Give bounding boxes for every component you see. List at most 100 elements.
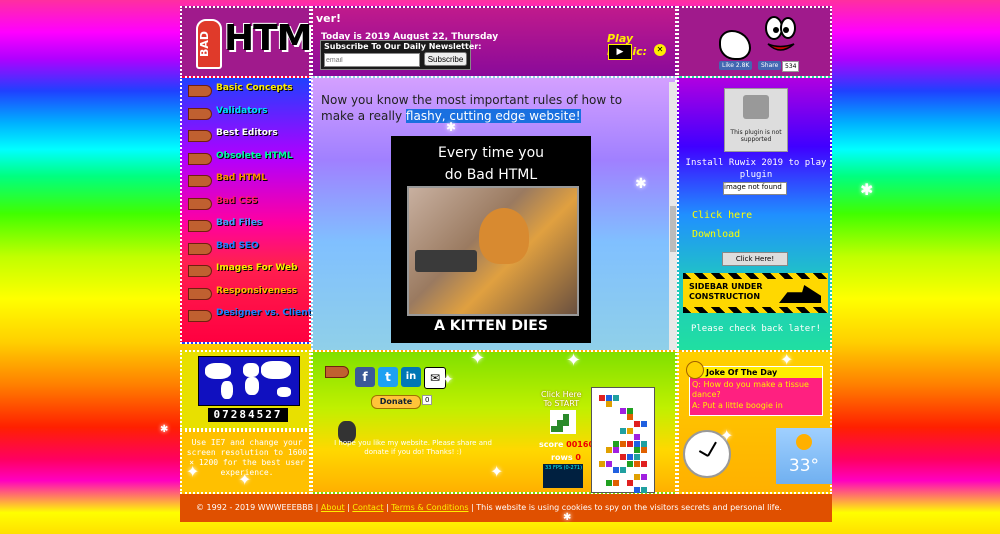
copyright: © 1992 - 2019 WWWEEEBBB |: [196, 503, 319, 512]
pointing-hand-icon: [188, 107, 212, 120]
header-center: ver! Today is 2019 August 22, Thursday S…: [311, 6, 677, 78]
tetris-block: [606, 401, 612, 408]
donate-button[interactable]: Donate: [371, 395, 421, 409]
logo-badge: BAD: [196, 19, 222, 69]
click-here-button[interactable]: Click Here!: [722, 252, 788, 266]
joke-question: Q: How do you make a tissue dance?: [692, 380, 809, 399]
donate-count: 0: [422, 395, 433, 405]
tetris-block: [613, 467, 619, 474]
joke-answer: A: Put a little boogie in: [692, 401, 783, 410]
sidebar-item-label[interactable]: Best Editors: [216, 128, 278, 138]
tetris-block: [634, 421, 640, 427]
excavator-icon: [779, 285, 821, 303]
hazard-stripe: [683, 273, 828, 279]
sidebar-item-label[interactable]: Validators: [216, 106, 268, 116]
sidebar-item-label[interactable]: Bad HTML: [216, 173, 267, 183]
plugin-unsupported-text: This plugin is not supported: [730, 129, 782, 143]
tetris-block: [620, 407, 626, 414]
sidebar-item[interactable]: Responsiveness: [188, 285, 312, 303]
sidebar-item[interactable]: Best Editors: [188, 127, 312, 145]
tetris-block: [627, 454, 633, 460]
sidebar-item-label[interactable]: Bad Files: [216, 218, 262, 228]
joke-title: Joke Of The Day: [690, 367, 822, 378]
tetris-block: [599, 394, 605, 401]
tetris-block: [634, 487, 640, 493]
temperature: 33°: [788, 456, 820, 476]
share-count: 534: [782, 61, 800, 72]
pointing-hand-icon: [188, 197, 212, 210]
right-sidebar: This plugin is not supported Install Ruw…: [677, 76, 832, 354]
newsletter-title: Subscribe To Our Daily Newsletter:: [324, 42, 482, 51]
tetris-preview: [550, 410, 576, 434]
main-scrollbar[interactable]: [669, 82, 677, 352]
sidebar-item[interactable]: Images For Web: [188, 262, 312, 280]
tetris-block: [613, 447, 619, 454]
sparkle-icon: ✦: [566, 350, 582, 371]
intro-text: Now you know the most important rules of…: [321, 92, 651, 124]
plugin-placeholder: This plugin is not supported: [724, 88, 788, 152]
sidebar-item-label[interactable]: Bad CSS: [216, 196, 258, 206]
tetris-block: [606, 447, 612, 454]
fps-meter: 33 FPS (0-271): [543, 464, 583, 488]
marquee-text: ver!: [316, 12, 342, 25]
tetris-block: [627, 440, 633, 447]
tetris-board[interactable]: [591, 387, 655, 493]
tetris-block: [641, 473, 647, 480]
sidebar-item-label[interactable]: Obsolete HTML: [216, 151, 293, 161]
hope-text: I hope you like my website. Please share…: [334, 439, 492, 456]
tetris-block: [606, 460, 612, 467]
hazard-stripe: [683, 307, 828, 313]
tetris-block: [606, 480, 612, 487]
sun-icon: [796, 434, 812, 450]
tetris-block: [634, 473, 640, 480]
construction-text: SIDEBAR UNDER CONSTRUCTION: [689, 282, 763, 301]
terms-link[interactable]: Terms & Conditions: [391, 503, 468, 512]
sparkle-icon: ✱: [160, 424, 169, 435]
sidebar-item-label[interactable]: Images For Web: [216, 263, 298, 273]
world-map: [198, 356, 300, 406]
contact-link[interactable]: Contact: [352, 503, 383, 512]
tetris-block: [627, 407, 633, 414]
sidebar-item-label[interactable]: Basic Concepts: [216, 83, 293, 93]
sidebar-item[interactable]: Designer vs. Client: [188, 307, 312, 325]
twitter-icon[interactable]: t: [378, 367, 398, 387]
sparkle-icon: ✦: [238, 470, 252, 489]
sidebar-item[interactable]: Obsolete HTML: [188, 150, 312, 168]
sparkle-icon: ✦: [442, 372, 454, 388]
tetris-block: [599, 460, 605, 467]
pointing-hand-icon: [719, 30, 751, 60]
footer-text: © 1992 - 2019 WWWEEEBBB | About | Contac…: [196, 503, 782, 512]
subscribe-button[interactable]: Subscribe: [424, 52, 467, 66]
sidebar-item-label[interactable]: Bad SEO: [216, 241, 259, 251]
linkedin-icon[interactable]: in: [401, 367, 421, 387]
download-link[interactable]: Download: [692, 229, 740, 240]
email-field[interactable]: [324, 53, 420, 67]
sidebar-item[interactable]: Basic Concepts: [188, 82, 312, 100]
sidebar-item[interactable]: Bad CSS: [188, 195, 312, 213]
tetris-block: [641, 487, 647, 493]
sidebar-item[interactable]: Bad Files: [188, 217, 312, 235]
tetris-block: [627, 460, 633, 467]
sidebar-item-label[interactable]: Designer vs. Client: [216, 308, 312, 318]
scrollbar-thumb[interactable]: [670, 206, 676, 252]
facebook-icon[interactable]: f: [355, 367, 375, 387]
tetris-block: [606, 394, 612, 401]
play-icon[interactable]: ▶: [608, 44, 632, 60]
facebook-like-button[interactable]: Like 2.8K: [719, 61, 753, 70]
sidebar-item[interactable]: Bad SEO: [188, 240, 312, 258]
about-link[interactable]: About: [321, 503, 345, 512]
sparkle-icon: ✦: [186, 462, 200, 481]
cookie-notice: | This website is using cookies to spy o…: [471, 503, 782, 512]
sparkle-icon: ✱: [860, 180, 874, 199]
pointing-hand-icon: [188, 310, 212, 322]
tetris-start-label[interactable]: Click Here To START: [541, 390, 582, 408]
close-icon[interactable]: ✕: [654, 44, 666, 56]
sidebar-item[interactable]: Validators: [188, 105, 312, 123]
click-here-link[interactable]: Click here: [692, 210, 752, 221]
tetris-block: [634, 460, 640, 467]
facebook-share-button[interactable]: Share: [758, 61, 782, 70]
cartoon-face-icon: [765, 16, 796, 51]
sidebar-item-label[interactable]: Responsiveness: [216, 286, 297, 296]
sidebar-item[interactable]: Bad HTML: [188, 172, 312, 190]
meme-photo: [407, 186, 579, 316]
